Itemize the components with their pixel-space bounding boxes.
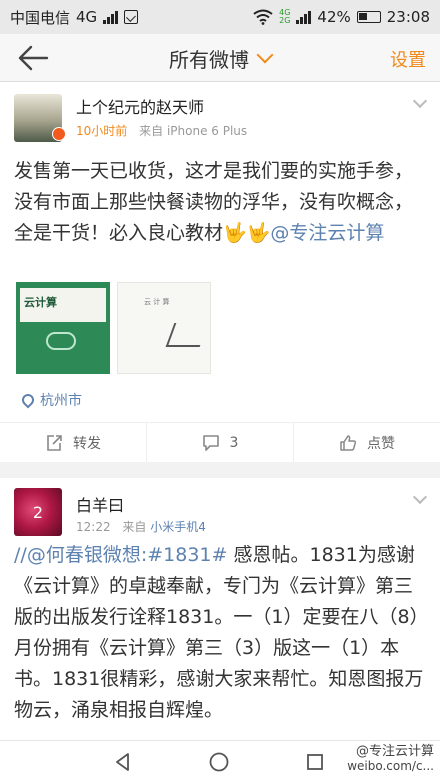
- chevron-down-icon: [256, 46, 274, 64]
- like-label: 点赞: [367, 435, 395, 452]
- repost-prefix: //: [14, 544, 27, 566]
- watermark-url: weibo.com/c...: [347, 759, 434, 773]
- post-card[interactable]: 上个纪元的赵天师 10小时前 来自 iPhone 6 Plus 发售第一天已收货…: [0, 82, 440, 462]
- location-pin-icon: [19, 391, 37, 409]
- verified-badge-icon: [52, 127, 66, 141]
- post-card[interactable]: 2 白羊曰 12:22 来自 小米手机4 //@何春银微想:#1831# 感恩帖…: [0, 478, 440, 740]
- carrier-label: 中国电信: [10, 8, 71, 27]
- avatar[interactable]: 2: [14, 488, 62, 536]
- signature-mark: [165, 323, 209, 347]
- comment-button[interactable]: 3: [146, 423, 293, 462]
- net-2g-label: 2G: [279, 16, 291, 25]
- post-image[interactable]: 云 计 算: [117, 282, 211, 374]
- nav-back-button[interactable]: [112, 751, 134, 773]
- location-label: 杭州市: [40, 393, 82, 409]
- dual-network-badge: 4G 2G: [279, 9, 290, 25]
- comment-icon: [202, 434, 219, 451]
- post-menu-chevron-icon[interactable]: [412, 96, 428, 112]
- avatar-text: 2: [32, 502, 44, 522]
- feed-group-selector[interactable]: 所有微博: [0, 34, 440, 82]
- location-link[interactable]: 杭州市: [19, 390, 82, 410]
- mention-link[interactable]: @专注云计算: [270, 222, 384, 244]
- post-menu-chevron-icon[interactable]: [412, 492, 428, 508]
- network-type: 4G: [76, 8, 98, 26]
- book-cover-title: 云计算: [24, 296, 57, 309]
- post-image[interactable]: 云计算: [16, 282, 110, 374]
- nav-home-button[interactable]: [208, 751, 230, 773]
- repost-label: 转发: [73, 435, 101, 452]
- circle-home-icon: [209, 752, 229, 772]
- title-bar: 所有微博 设置: [0, 34, 440, 82]
- post-username[interactable]: 白羊曰: [76, 492, 124, 516]
- post-body: 感恩帖。1831为感谢《云计算》的卓越奉献，专门为《云计算》第三版的出版发行诠释…: [14, 544, 424, 721]
- mention-link[interactable]: @何春银微想: [27, 544, 141, 566]
- post-time: 10小时前: [76, 124, 128, 138]
- watermark-handle: @专注云计算: [355, 744, 434, 759]
- post-source-prefix: 来自: [139, 124, 164, 138]
- repost-button[interactable]: 转发: [0, 423, 146, 462]
- triangle-back-icon: [116, 753, 129, 771]
- thumbs-up-icon: [340, 434, 357, 451]
- topic-link[interactable]: :#1831#: [141, 544, 228, 566]
- like-button[interactable]: 点赞: [293, 423, 440, 462]
- nav-recents-button[interactable]: [304, 751, 326, 773]
- post-source[interactable]: 小米手机4: [150, 520, 206, 534]
- post-source-prefix: 来自: [122, 520, 147, 534]
- post-text: //@何春银微想:#1831# 感恩帖。1831为感谢《云计算》的卓越奉献，专门…: [14, 540, 426, 726]
- cell-signal-2-icon: [296, 10, 312, 24]
- repost-icon: [47, 434, 62, 451]
- post-text: 发售第一天已收货，这才是我们要的实施手参，没有市面上那些快餐读物的浮华，没有吹概…: [14, 156, 426, 249]
- post-meta: 10小时前 来自 iPhone 6 Plus: [76, 122, 247, 139]
- battery-percent: 42%: [317, 8, 351, 26]
- comment-count: 3: [229, 434, 239, 451]
- square-recents-icon: [307, 754, 323, 770]
- post-username[interactable]: 上个纪元的赵天师: [76, 94, 204, 118]
- battery-icon: [356, 11, 381, 23]
- cloud-icon: [46, 332, 76, 350]
- wifi-icon: [253, 9, 273, 25]
- page-title: 所有微博: [169, 47, 249, 72]
- settings-button[interactable]: 设置: [390, 46, 426, 72]
- weibo-watermark: @专注云计算 weibo.com/c...: [347, 744, 434, 774]
- status-bar: 中国电信 4G 4G 2G 42% 23:08: [0, 0, 440, 34]
- cell-signal-icon: [103, 10, 119, 24]
- clock: 23:08: [386, 8, 430, 26]
- post-time: 12:22: [76, 520, 111, 534]
- title-page-text: 云 计 算: [144, 298, 170, 306]
- post-meta: 12:22 来自 小米手机4: [76, 518, 206, 535]
- notification-icon: [124, 10, 139, 24]
- post-action-bar: 转发 3 点赞: [0, 422, 440, 462]
- post-source: iPhone 6 Plus: [166, 124, 248, 138]
